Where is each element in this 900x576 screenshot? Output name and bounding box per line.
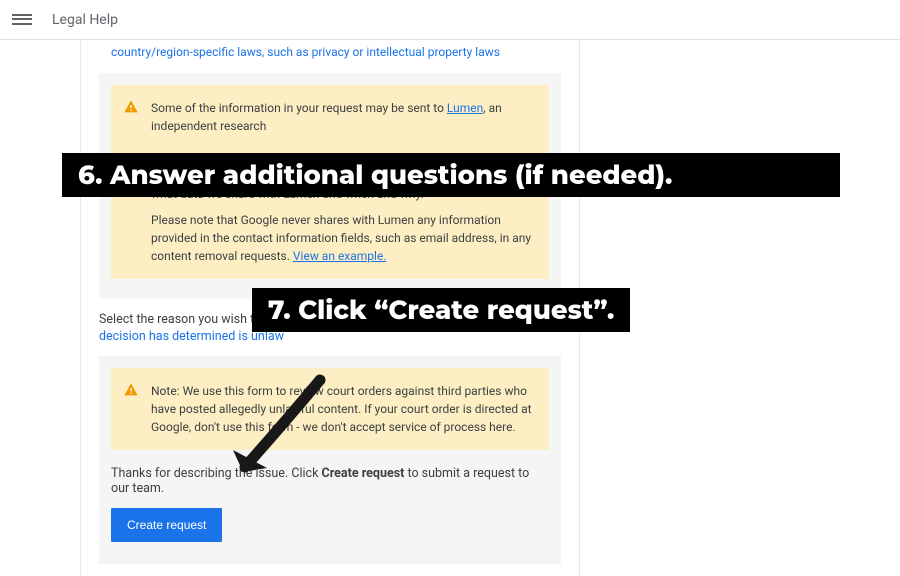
hamburger-menu-icon[interactable] — [12, 10, 32, 30]
overlay-step-6: 6. Answer additional questions (if neede… — [62, 153, 840, 197]
page-title: Legal Help — [52, 12, 118, 28]
lumen-link[interactable]: Lumen — [447, 101, 483, 115]
alert-court-order: Note: We use this form to review court o… — [111, 368, 549, 450]
thanks-text: Thanks for describing the issue. Click C… — [111, 458, 549, 508]
thanks-a: Thanks for describing the issue. Click — [111, 466, 322, 481]
warning-icon — [123, 382, 139, 398]
court-order-card: Note: We use this form to review court o… — [99, 356, 561, 564]
alert-lumen-p1a: Some of the information in your request … — [151, 101, 447, 115]
alert-court-text: Note: We use this form to review court o… — [151, 384, 532, 434]
intro-link-text[interactable]: country/region-specific laws, such as pr… — [111, 45, 500, 59]
create-request-button[interactable]: Create request — [111, 508, 222, 542]
intro-link[interactable]: country/region-specific laws, such as pr… — [99, 40, 561, 73]
select-reason-a: Select the reason you wish to — [99, 312, 261, 327]
warning-icon — [123, 99, 139, 115]
overlay-step-7: 7. Click “Create request”. — [252, 288, 630, 332]
topbar: Legal Help — [0, 0, 900, 40]
thanks-bold: Create request — [322, 466, 405, 481]
page-body: country/region-specific laws, such as pr… — [0, 40, 900, 500]
view-example-link[interactable]: View an example. — [293, 249, 387, 263]
